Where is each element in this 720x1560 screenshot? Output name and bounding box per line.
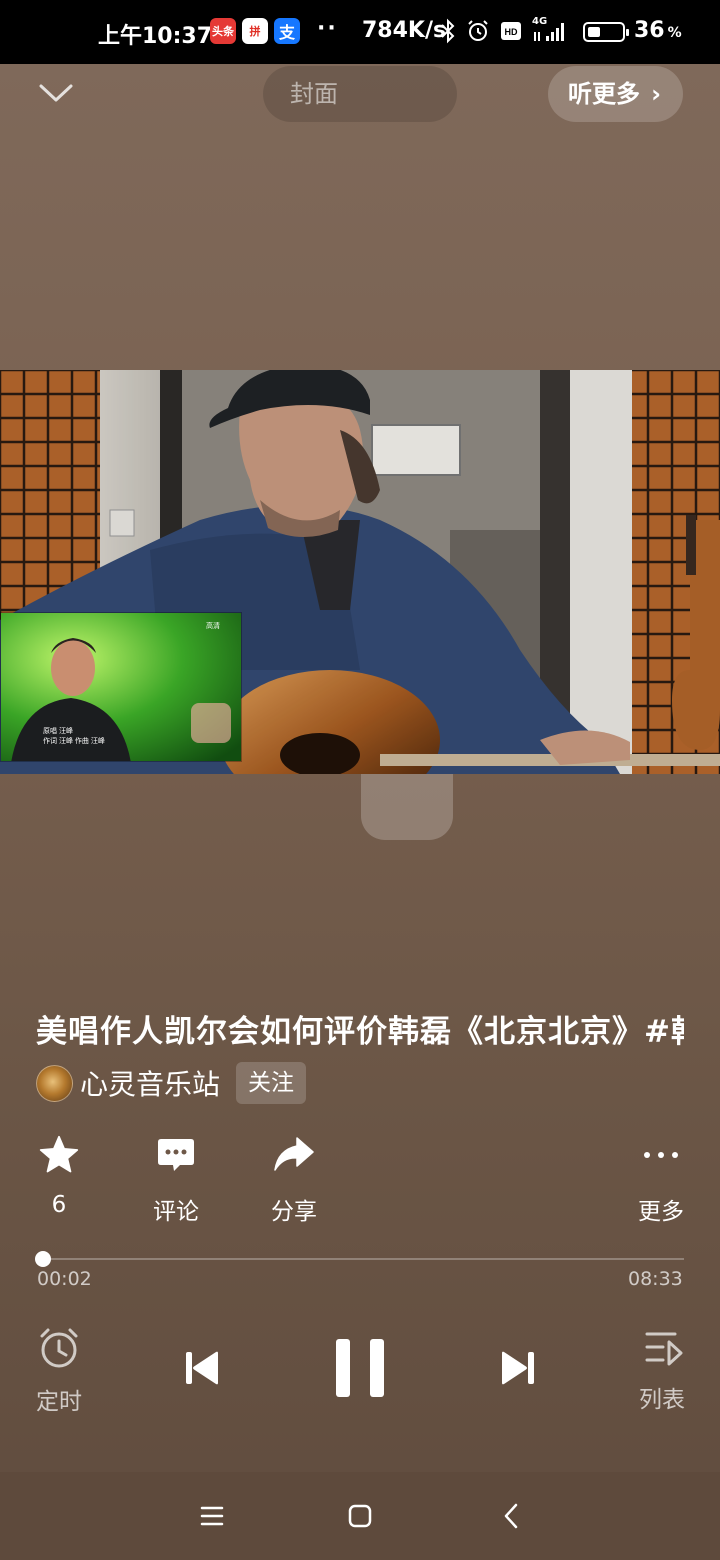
battery-icon [583, 22, 629, 42]
system-nav-bar [0, 1472, 720, 1560]
recent-apps-icon[interactable] [196, 1500, 228, 1532]
tab-cover[interactable]: 封面 [271, 70, 357, 118]
svg-text:HD: HD [505, 27, 518, 37]
playlist-icon [645, 1332, 683, 1366]
status-app-icons: 头条 拼 支 [210, 18, 300, 44]
favorite-button[interactable]: 6 [38, 1134, 80, 1218]
comment-label: 评论 [153, 1199, 199, 1225]
share-label: 分享 [271, 1199, 317, 1225]
network-speed: 784K/s [362, 18, 447, 43]
progress-bar[interactable] [40, 1258, 684, 1260]
total-time: 08:33 [628, 1268, 683, 1290]
artist-row: 心灵音乐站 关注 [36, 1062, 307, 1104]
bluetooth-icon [441, 18, 455, 44]
alarm-clock-icon [40, 1328, 78, 1368]
status-time: 上午10:37 [98, 24, 213, 49]
home-icon[interactable] [344, 1500, 376, 1532]
signal-icon: 4G [532, 16, 568, 44]
status-bar: 上午10:37 头条 拼 支 ·· 784K/s HD 4G 36 % [0, 0, 720, 64]
pip-video-inset: 高清 原唱 汪峰 作词 汪峰 作曲 汪峰 [0, 612, 242, 762]
progress-knob[interactable] [34, 1251, 51, 1267]
hd-voice-icon: HD [501, 22, 521, 40]
current-time: 00:02 [37, 1268, 92, 1290]
playlist-button[interactable]: 列表 [636, 1328, 688, 1414]
back-icon[interactable] [496, 1500, 528, 1532]
like-count: 6 [51, 1192, 67, 1218]
listen-more-label: 听更多 [568, 80, 640, 108]
previous-track-icon[interactable] [184, 1350, 220, 1386]
more-button[interactable]: 更多 [630, 1134, 692, 1226]
share-button[interactable]: 分享 [262, 1134, 326, 1226]
share-icon [274, 1137, 314, 1171]
chevron-right-icon: › [651, 80, 661, 108]
timer-button[interactable]: 定时 [34, 1326, 84, 1416]
alipay-app-icon: 支 [274, 18, 300, 44]
svg-text:原唱 汪峰: 原唱 汪峰 [43, 726, 73, 735]
timer-label: 定时 [36, 1389, 82, 1415]
follow-button[interactable]: 关注 [236, 1062, 307, 1104]
more-dots-icon [644, 1152, 678, 1158]
star-icon [39, 1135, 79, 1173]
comment-button[interactable]: 评论 [144, 1134, 208, 1226]
pause-icon[interactable] [334, 1337, 386, 1399]
toutiao-app-icon: 头条 [210, 18, 236, 44]
more-label: 更多 [638, 1199, 684, 1225]
listen-more-button[interactable]: 听更多 › [548, 66, 683, 122]
cover-video-switch: 封面 视频 [263, 66, 457, 840]
artist-name[interactable]: 心灵音乐站 [80, 1063, 220, 1103]
svg-text:高清: 高清 [206, 621, 220, 630]
pinduoduo-app-icon: 拼 [242, 18, 268, 44]
alarm-icon [468, 20, 488, 41]
comment-icon [158, 1139, 194, 1171]
video-player[interactable]: 高清 原唱 汪峰 作词 汪峰 作曲 汪峰 [0, 370, 720, 774]
status-more-dots: ·· [317, 16, 338, 41]
battery-percent: 36% [634, 18, 682, 43]
song-title: 美唱作人凯尔会如何评价韩磊《北京北京》#韩 [36, 1014, 684, 1050]
list-label: 列表 [639, 1387, 685, 1413]
svg-text:作词 汪峰 作曲 汪峰: 作词 汪峰 作曲 汪峰 [43, 736, 105, 745]
artist-avatar[interactable] [36, 1064, 73, 1102]
next-track-icon[interactable] [500, 1350, 536, 1386]
collapse-chevron-icon[interactable] [38, 78, 74, 108]
